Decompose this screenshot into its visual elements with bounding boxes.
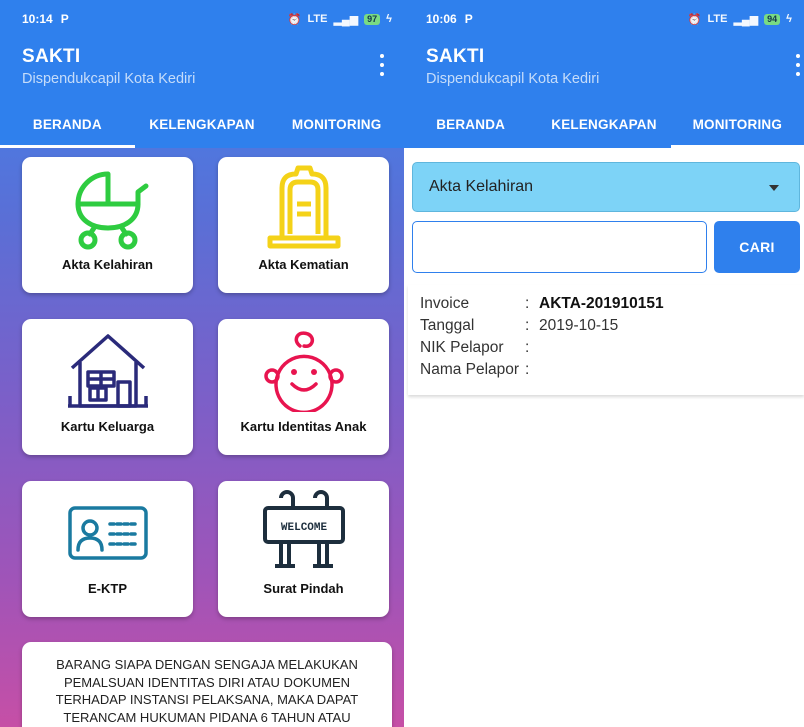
app-subtitle: Dispendukcapil Kota Kediri: [426, 71, 600, 87]
card-label: Kartu Keluarga: [60, 419, 155, 434]
battery-icon: 97: [364, 13, 381, 25]
result-row-nik-pelapor: NIK Pelapor :: [420, 337, 804, 359]
monitoring-screen: 10:06 P ⏰ LTE ▂▄▆ 94 ϟ SAKTI Dispendukca…: [404, 0, 804, 727]
result-separator: :: [525, 361, 530, 378]
result-value: AKTA-201910151: [539, 295, 664, 312]
welcome-sign-icon: WELCOME: [262, 490, 345, 568]
charging-icon: ϟ: [386, 13, 392, 25]
house-icon: [67, 334, 148, 408]
card-label: E-KTP: [88, 581, 127, 596]
overflow-menu-icon[interactable]: [794, 54, 802, 76]
alarm-icon: ⏰: [687, 13, 702, 26]
signal-icon: ▂▄▆: [333, 13, 359, 26]
tab-beranda[interactable]: BERANDA: [0, 100, 135, 148]
app-notification-icon: P: [60, 12, 69, 26]
app-subtitle: Dispendukcapil Kota Kediri: [22, 71, 196, 87]
document-type-select[interactable]: Akta Kelahiran: [412, 162, 800, 212]
card-akta-kematian[interactable]: Akta Kematian: [218, 157, 389, 293]
result-row-invoice: Invoice : AKTA-201910151: [420, 293, 804, 315]
tab-monitoring[interactable]: MONITORING: [269, 100, 404, 148]
tab-beranda[interactable]: BERANDA: [404, 100, 537, 148]
card-label: Akta Kelahiran: [61, 257, 154, 272]
result-separator: :: [525, 317, 530, 334]
status-bar: 10:06 P ⏰ LTE ▂▄▆ 94 ϟ: [404, 0, 804, 38]
status-time: 10:14: [22, 12, 53, 26]
tab-kelengkapan[interactable]: KELENGKAPAN: [537, 100, 670, 148]
card-kartu-identitas-anak[interactable]: Kartu Identitas Anak: [218, 319, 389, 455]
stroller-icon: [75, 171, 148, 250]
result-separator: :: [525, 339, 530, 356]
alarm-icon: ⏰: [287, 13, 302, 26]
gravestone-icon: [267, 165, 340, 249]
welcome-sign-text: WELCOME: [280, 522, 327, 534]
battery-icon: 94: [764, 13, 781, 25]
result-key: Invoice: [420, 295, 470, 312]
app-notification-icon: P: [464, 12, 473, 26]
result-key: NIK Pelapor: [420, 339, 504, 356]
tab-monitoring[interactable]: MONITORING: [670, 100, 804, 148]
overflow-menu-icon[interactable]: [378, 54, 386, 76]
tab-bar: BERANDA KELENGKAPAN MONITORING: [404, 100, 804, 148]
card-surat-pindah[interactable]: WELCOME Surat Pindah: [218, 481, 389, 617]
tab-kelengkapan[interactable]: KELENGKAPAN: [135, 100, 270, 148]
card-label: Surat Pindah: [263, 581, 344, 596]
app-bar: 10:14 P ⏰ LTE ▂▄▆ 97 ϟ SAKTI Dispendukca…: [0, 0, 404, 148]
search-button[interactable]: CARI: [714, 221, 800, 273]
search-input[interactable]: [412, 221, 707, 273]
beranda-screen: 10:14 P ⏰ LTE ▂▄▆ 97 ϟ SAKTI Dispendukca…: [0, 0, 404, 727]
app-bar: 10:06 P ⏰ LTE ▂▄▆ 94 ϟ SAKTI Dispendukca…: [404, 0, 804, 148]
id-card-icon: [67, 506, 148, 560]
result-row-tanggal: Tanggal : 2019-10-15: [420, 315, 804, 337]
card-e-ktp[interactable]: E-KTP: [22, 481, 193, 617]
charging-icon: ϟ: [786, 13, 792, 25]
card-label: Akta Kematian: [258, 257, 349, 272]
result-row-nama-pelapor: Nama Pelapor :: [420, 359, 804, 381]
status-bar: 10:14 P ⏰ LTE ▂▄▆ 97 ϟ: [0, 0, 404, 38]
app-title: SAKTI: [426, 46, 485, 67]
dropdown-caret-icon: [769, 185, 779, 191]
signal-icon: ▂▄▆: [733, 13, 759, 26]
status-time: 10:06: [426, 12, 457, 26]
selected-document-type: Akta Kelahiran: [429, 178, 534, 195]
network-label: LTE: [307, 13, 328, 25]
result-separator: :: [525, 295, 530, 312]
baby-face-icon: [263, 331, 344, 412]
search-result-card: Invoice : AKTA-201910151 Tanggal : 2019-…: [408, 285, 804, 395]
result-value: 2019-10-15: [539, 317, 619, 334]
result-key: Tanggal: [420, 317, 475, 334]
network-label: LTE: [707, 13, 728, 25]
tab-bar: BERANDA KELENGKAPAN MONITORING: [0, 100, 404, 148]
card-kartu-keluarga[interactable]: Kartu Keluarga: [22, 319, 193, 455]
result-key: Nama Pelapor: [420, 361, 520, 378]
card-akta-kelahiran[interactable]: Akta Kelahiran: [22, 157, 193, 293]
card-label: Kartu Identitas Anak: [240, 419, 367, 434]
app-title: SAKTI: [22, 46, 81, 67]
warning-notice: BARANG SIAPA DENGAN SENGAJA MELAKUKAN PE…: [22, 642, 392, 727]
